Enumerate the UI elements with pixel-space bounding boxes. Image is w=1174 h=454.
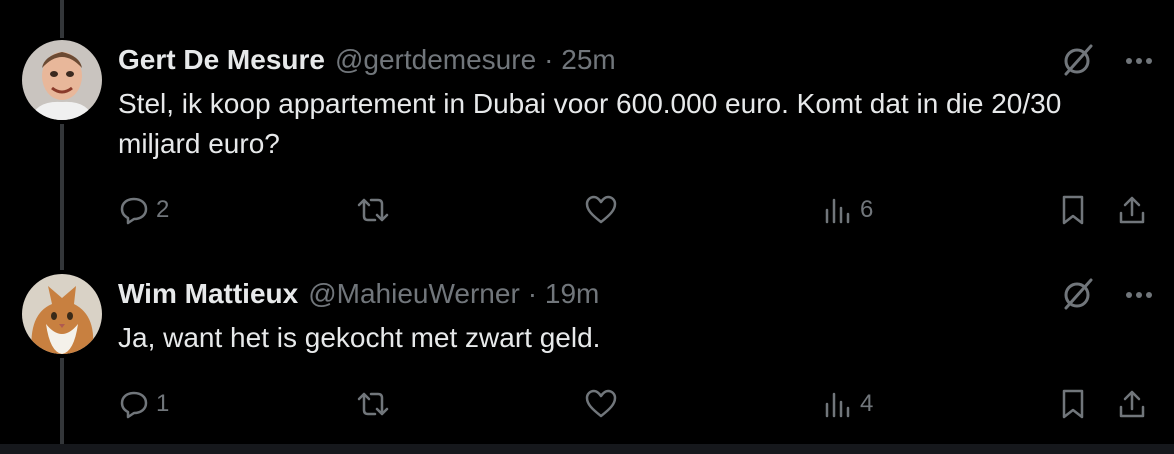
views-icon <box>825 392 850 418</box>
timestamp[interactable]: · 19m <box>528 278 600 310</box>
tweet-actions: 1 4 <box>0 384 1174 424</box>
views-button[interactable]: 4 <box>822 388 873 420</box>
share-button[interactable] <box>1116 388 1148 420</box>
tweet-2[interactable]: Wim Mattieux @MahieuWerner · 19m Ja, wan… <box>0 250 1174 444</box>
tweet-text: Ja, want het is gekocht met zwart geld. <box>118 322 601 353</box>
grok-icon[interactable] <box>1060 276 1096 317</box>
more-icon[interactable] <box>1124 287 1154 305</box>
bookmark-button[interactable] <box>1058 194 1088 226</box>
like-button[interactable] <box>584 194 624 226</box>
retweet-button[interactable] <box>356 388 396 420</box>
timestamp[interactable]: · 25m <box>544 44 616 76</box>
share-icon <box>1119 196 1145 224</box>
views-button[interactable]: 6 <box>822 194 873 226</box>
more-icon[interactable] <box>1124 53 1154 71</box>
reply-icon <box>120 197 148 225</box>
grok-icon[interactable] <box>1060 42 1096 83</box>
heart-icon <box>585 389 617 418</box>
views-count: 6 <box>860 196 874 223</box>
avatar[interactable] <box>22 40 102 120</box>
bookmark-button[interactable] <box>1058 388 1088 420</box>
tweet-text: Stel, ik koop appartement in Dubai voor … <box>118 88 1062 159</box>
retweet-icon <box>357 198 389 222</box>
share-button[interactable] <box>1116 194 1148 226</box>
tweet-top-actions <box>1060 276 1154 316</box>
views-icon <box>825 198 850 224</box>
share-icon <box>1119 390 1145 418</box>
reply-button[interactable]: 2 <box>118 194 169 226</box>
tweet-1[interactable]: Gert De Mesure @gertdemesure · 25m Stel,… <box>0 0 1174 250</box>
avatar-image <box>22 274 102 354</box>
reply-icon <box>120 391 148 419</box>
author-handle[interactable]: @MahieuWerner <box>308 278 520 310</box>
retweet-button[interactable] <box>356 194 396 226</box>
tweet-top-actions <box>1060 42 1154 82</box>
retweet-icon <box>357 392 389 416</box>
author-name[interactable]: Wim Mattieux <box>118 278 298 310</box>
avatar[interactable] <box>22 274 102 354</box>
bookmark-icon <box>1062 195 1084 225</box>
tweet-header: Wim Mattieux @MahieuWerner · 19m <box>118 274 599 314</box>
bottom-divider <box>0 444 1174 454</box>
tweet-header: Gert De Mesure @gertdemesure · 25m <box>118 40 616 80</box>
heart-icon <box>585 195 617 224</box>
like-button[interactable] <box>584 388 624 420</box>
reply-count: 1 <box>156 390 170 417</box>
avatar-image <box>22 40 102 120</box>
tweet-actions: 2 6 <box>0 190 1174 230</box>
views-count: 4 <box>860 390 874 417</box>
reply-count: 2 <box>156 196 170 223</box>
author-name[interactable]: Gert De Mesure <box>118 44 325 76</box>
reply-button[interactable]: 1 <box>118 388 169 420</box>
author-handle[interactable]: @gertdemesure <box>335 44 536 76</box>
bookmark-icon <box>1062 389 1084 419</box>
